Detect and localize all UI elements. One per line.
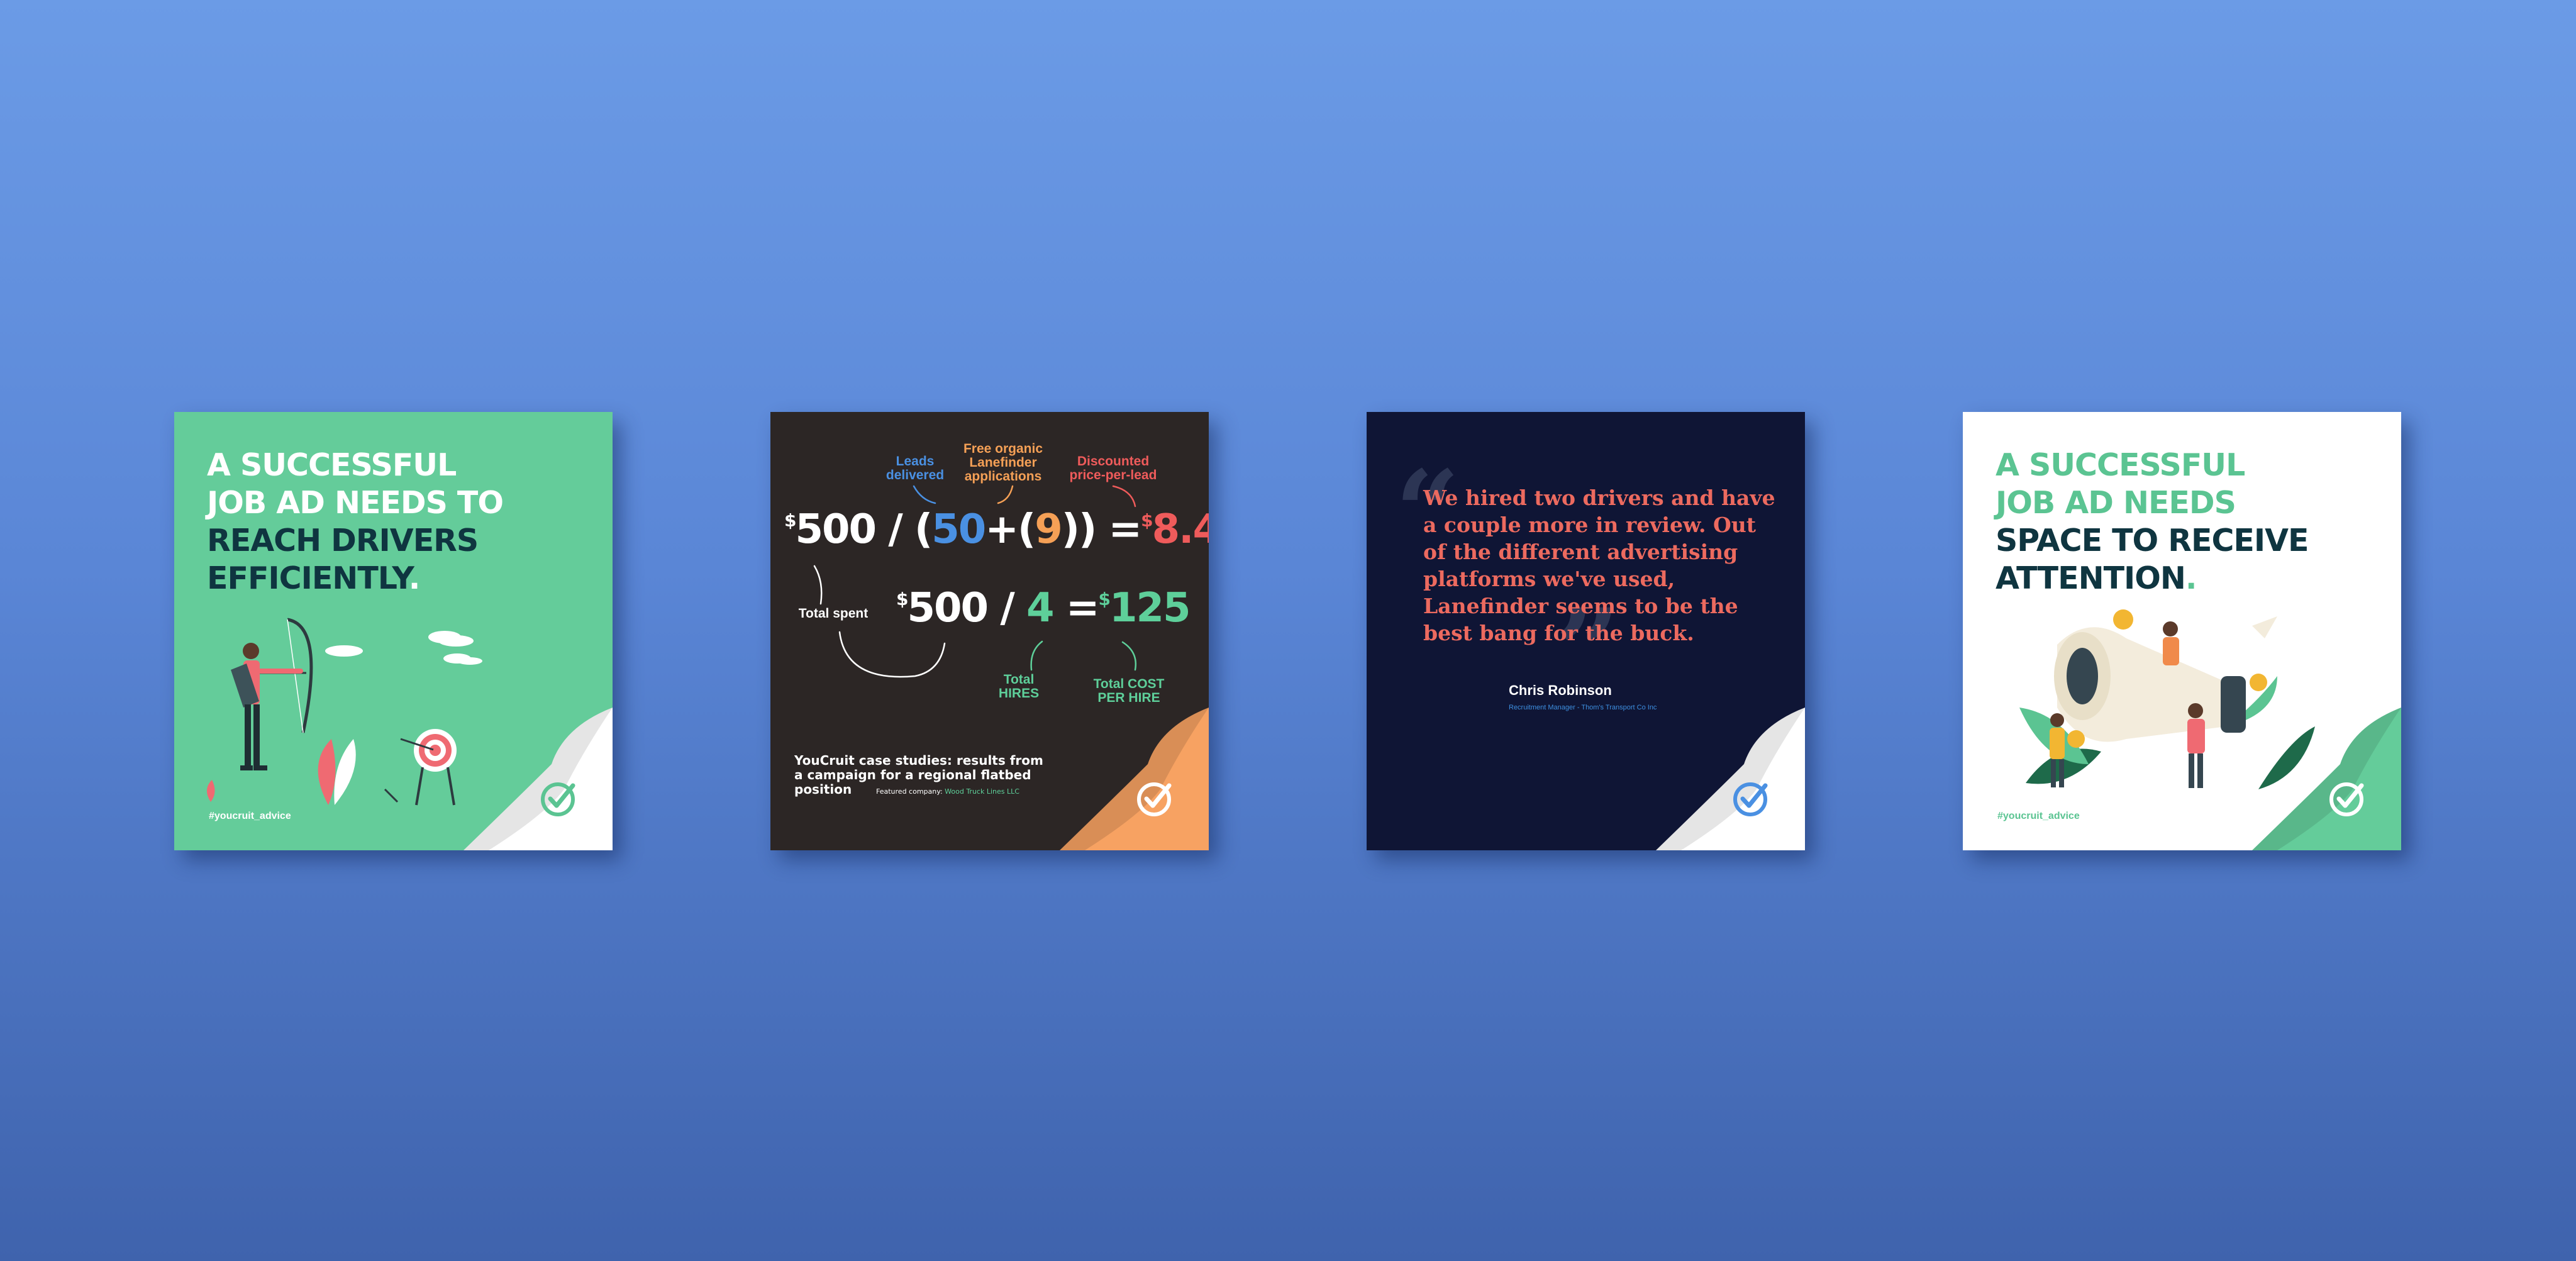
card-case-study: Leads delivered Free organic Lanefinder …	[770, 412, 1209, 850]
check-logo-icon	[1137, 782, 1172, 816]
card-reach-drivers: A SUCCESSFUL JOB AD NEEDS TO REACH DRIVE…	[174, 412, 613, 850]
card-testimonial: “ ” We hired two drivers and have a coup…	[1367, 412, 1805, 850]
check-logo-icon	[2329, 782, 2364, 816]
check-logo-icon	[1733, 782, 1768, 816]
page: { "card1": { "headline": {"l1": "A SUCCE…	[0, 0, 2576, 1261]
check-logo-icon	[541, 782, 575, 816]
card-space-attention: A SUCCESSFUL JOB AD NEEDS SPACE TO RECEI…	[1963, 412, 2401, 850]
